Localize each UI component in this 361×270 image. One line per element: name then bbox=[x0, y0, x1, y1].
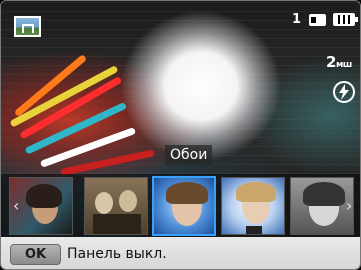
wallpaper-thumbnail-icon bbox=[14, 16, 41, 37]
scroll-right-arrow-icon[interactable]: › bbox=[346, 196, 352, 215]
resolution-unit: мш bbox=[335, 60, 352, 70]
effect-name-label: Обои bbox=[165, 145, 213, 165]
filmstrip-item[interactable] bbox=[290, 177, 354, 235]
shot-count: 1 bbox=[292, 12, 302, 27]
ok-button[interactable]: OK bbox=[10, 243, 61, 265]
battery-full-icon bbox=[333, 13, 358, 26]
resolution-value: 2 bbox=[326, 53, 336, 71]
filmstrip-item[interactable] bbox=[221, 177, 285, 235]
scroll-left-arrow-icon[interactable]: ‹ bbox=[13, 196, 19, 215]
filmstrip-item[interactable] bbox=[84, 177, 148, 235]
resolution-indicator: 2мш bbox=[326, 53, 352, 71]
camera-screen: 1 2мш Обои ‹ › OK Панель выкл. bbox=[0, 0, 361, 270]
bottom-action-bar: OK Панель выкл. bbox=[1, 237, 360, 269]
panel-off-label: Панель выкл. bbox=[67, 246, 167, 262]
memory-card-icon bbox=[309, 14, 326, 26]
effect-filmstrip[interactable]: ‹ › bbox=[1, 174, 360, 237]
lightning-glyph bbox=[339, 84, 349, 100]
filmstrip-item-selected[interactable] bbox=[152, 176, 216, 236]
flash-auto-icon bbox=[333, 81, 355, 103]
